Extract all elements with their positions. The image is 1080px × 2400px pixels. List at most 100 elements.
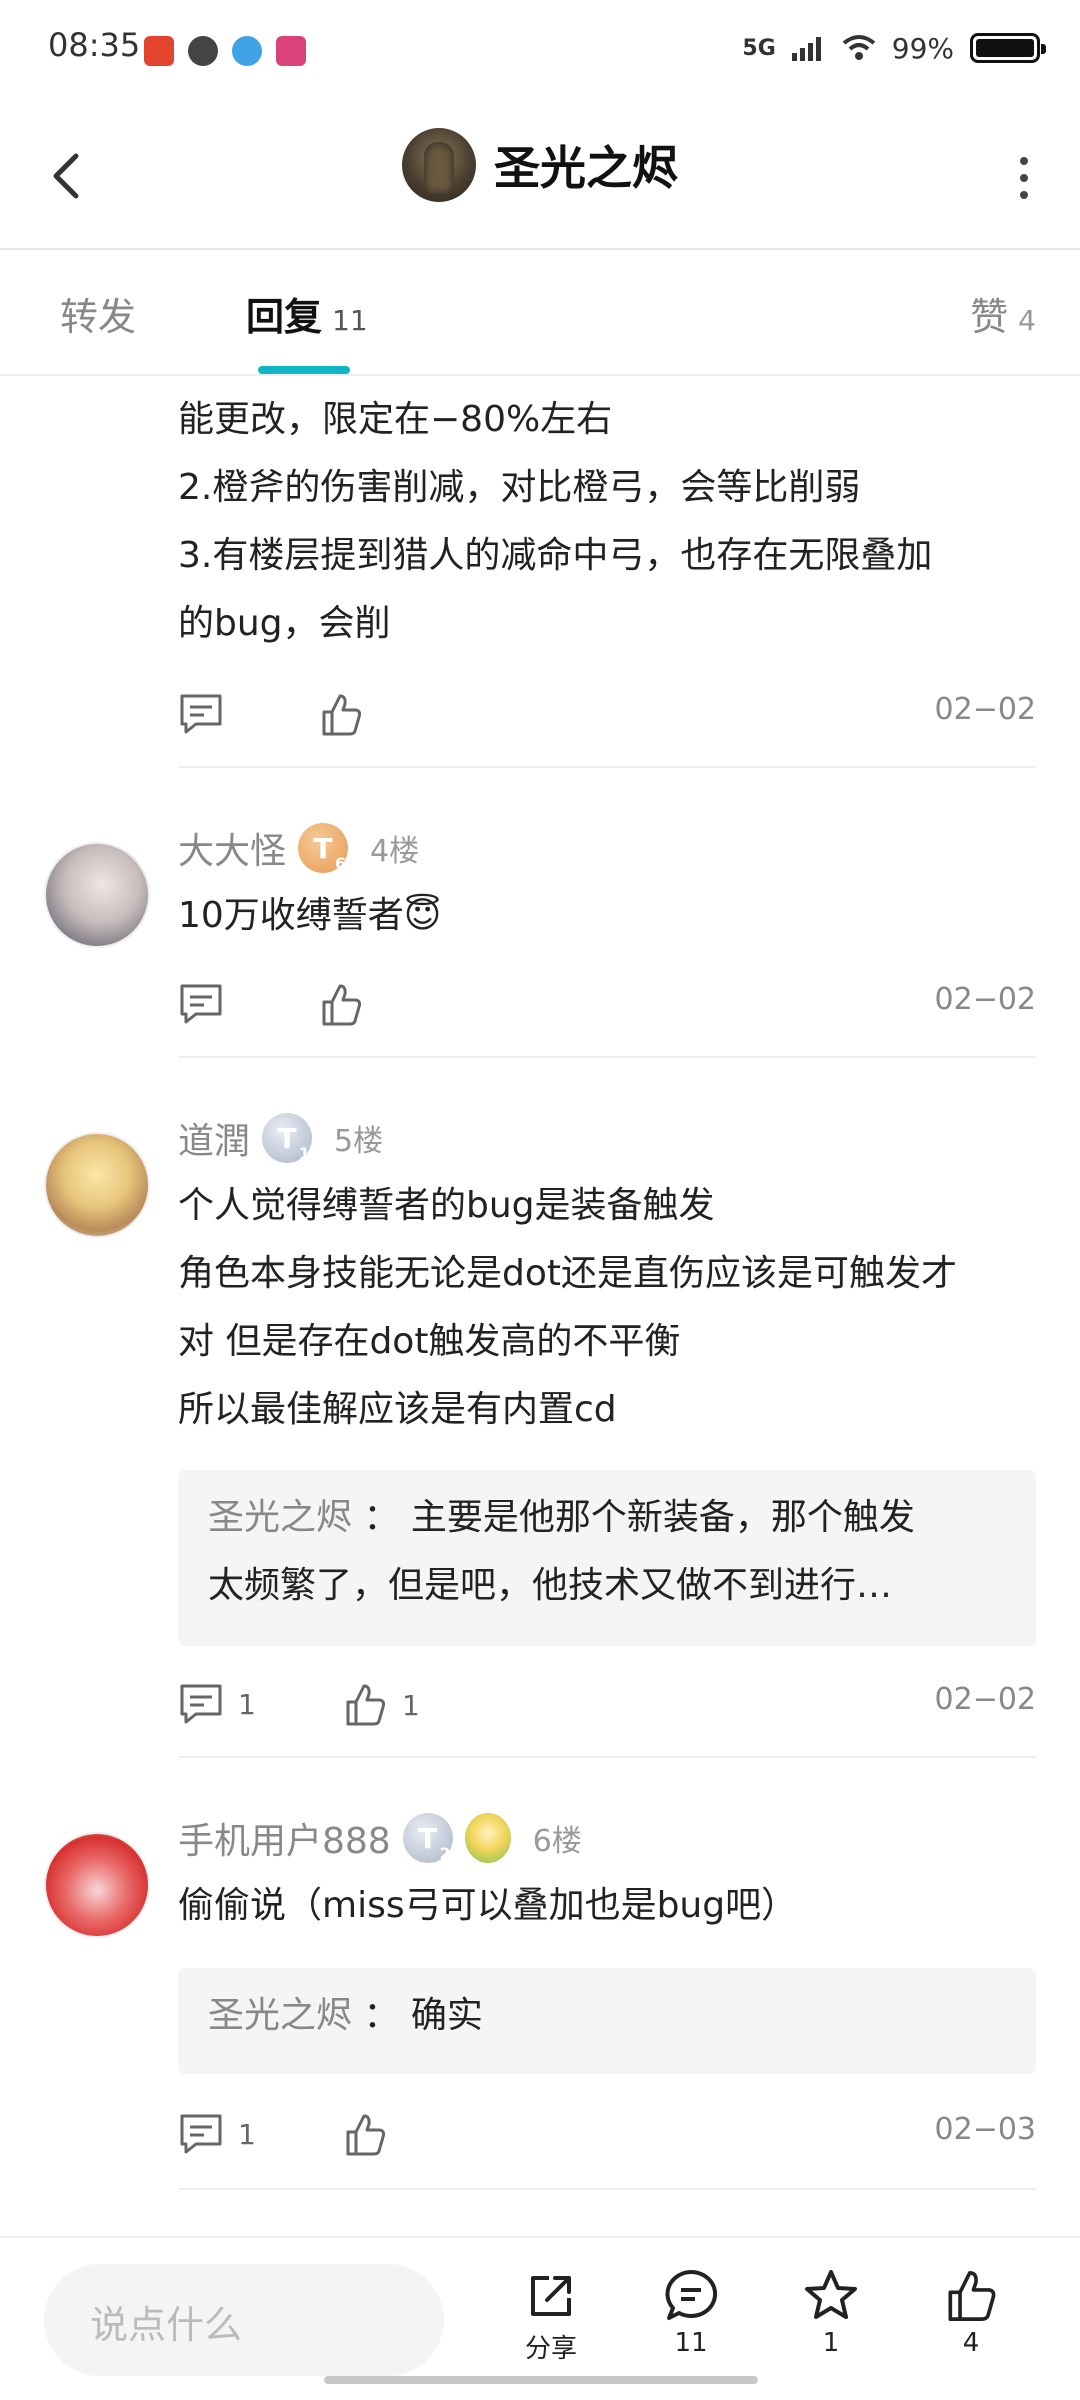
text-line: 2.橙斧的伤害削减，对比橙弓，会等比削弱 bbox=[178, 467, 861, 508]
notification-app-icon bbox=[144, 36, 174, 66]
reply-actions: 02−02 bbox=[178, 680, 1036, 740]
status-time: 08:35 bbox=[48, 26, 141, 64]
comment-input[interactable]: 说点什么 bbox=[44, 2264, 444, 2376]
share-icon bbox=[531, 2276, 571, 2316]
cloud-app-icon bbox=[232, 36, 262, 66]
top-bar: 圣光之烬 bbox=[0, 96, 1080, 250]
comment-icon bbox=[180, 2114, 222, 2154]
thumbs-up-icon bbox=[948, 2271, 996, 2321]
title-avatar[interactable] bbox=[402, 128, 476, 202]
star-icon bbox=[805, 2270, 857, 2319]
comment-icon bbox=[180, 1684, 222, 1724]
floor-number: 6楼 bbox=[532, 1824, 582, 1859]
quote-line: 太频繁了，但是吧，他技术又做不到进行… bbox=[208, 1565, 893, 1606]
reply-date: 02−03 bbox=[934, 2112, 1036, 2147]
wifi-icon bbox=[842, 35, 876, 60]
title-area[interactable]: 圣光之烬 bbox=[0, 128, 1080, 202]
divider bbox=[178, 1056, 1036, 1058]
text-line: 能更改，限定在−80%左右 bbox=[178, 399, 613, 440]
favorite-button[interactable]: 1 bbox=[776, 2268, 886, 2358]
reply-date: 02−02 bbox=[934, 1682, 1036, 1717]
text-line: 所以最佳解应该是有内置cd bbox=[178, 1389, 617, 1430]
media-app-icon bbox=[276, 36, 306, 66]
share-button[interactable]: 分享 bbox=[496, 2268, 606, 2365]
floor-number: 4楼 bbox=[370, 834, 420, 869]
user-name[interactable]: 手机用户888 bbox=[178, 1812, 391, 1864]
thumbs-up-icon bbox=[346, 2114, 386, 2156]
status-bar: 08:35 5G 99% bbox=[0, 0, 1080, 96]
quote-author[interactable]: 圣光之烬 bbox=[208, 1497, 352, 1538]
speed-app-icon bbox=[188, 36, 218, 66]
sub-reply-quote[interactable]: 圣光之烬 ： 主要是他那个新装备，那个触发 太频繁了，但是吧，他技术又做不到进行… bbox=[178, 1470, 1036, 1646]
like-post-button[interactable]: 4 bbox=[916, 2268, 1026, 2358]
reply-text: 偷偷说（miss弓可以叠加也是bug吧） bbox=[178, 1872, 1036, 1940]
comment-count: 1 bbox=[238, 1687, 256, 1721]
active-tab-indicator bbox=[258, 366, 350, 374]
reply-text: 个人觉得缚誓者的bug是装备触发 角色本身技能无论是dot还是直伤应该是可触发才… bbox=[178, 1172, 1036, 1444]
text-line: 10万收缚誓者😇 bbox=[178, 895, 442, 936]
comment-button[interactable]: 1 bbox=[178, 1682, 256, 1726]
quote-author[interactable]: 圣光之烬 bbox=[208, 1995, 352, 2036]
battery-icon bbox=[970, 33, 1046, 63]
level-badge-icon: T6 bbox=[298, 823, 349, 873]
comments-button[interactable]: 11 bbox=[636, 2268, 746, 2358]
tab-replies[interactable]: 回复 11 bbox=[246, 286, 368, 341]
quote-separator: ： bbox=[352, 1995, 411, 2036]
sub-reply-quote[interactable]: 圣光之烬 ： 确实 bbox=[178, 1968, 1036, 2074]
like-count: 4 bbox=[962, 2328, 980, 2358]
user-avatar[interactable] bbox=[44, 1132, 150, 1238]
comment-button[interactable]: 1 bbox=[178, 2112, 256, 2156]
thumbs-up-icon bbox=[322, 984, 362, 1026]
quote-separator: ： bbox=[352, 1497, 411, 1538]
more-dot-icon bbox=[1020, 157, 1028, 165]
battery-percent: 99% bbox=[891, 31, 954, 65]
comment-icon bbox=[180, 984, 222, 1024]
like-button[interactable] bbox=[318, 692, 364, 738]
favorite-count: 1 bbox=[822, 2328, 840, 2358]
comment-button[interactable] bbox=[178, 982, 224, 1026]
thumbs-up-icon bbox=[346, 1684, 386, 1726]
reply-header: 手机用户888 T2 6楼 bbox=[178, 1812, 582, 1864]
thumbs-up-icon bbox=[322, 694, 362, 736]
reply-header: 道潤 T1 5楼 bbox=[178, 1112, 383, 1164]
divider bbox=[178, 766, 1036, 768]
comment-count: 1 bbox=[238, 2117, 256, 2151]
tab-label: 赞 bbox=[970, 295, 1009, 339]
reply-actions: 1 1 02−02 bbox=[178, 1670, 1036, 1730]
home-indicator[interactable] bbox=[324, 2376, 758, 2384]
user-name[interactable]: 道潤 bbox=[178, 1112, 250, 1164]
text-line: 个人觉得缚誓者的bug是装备触发 bbox=[178, 1185, 715, 1226]
tab-count: 4 bbox=[1018, 304, 1036, 337]
more-menu-button[interactable] bbox=[1004, 148, 1044, 208]
tab-label: 转发 bbox=[60, 295, 137, 339]
network-type: 5G bbox=[742, 35, 776, 61]
comment-button[interactable] bbox=[178, 692, 224, 736]
like-button[interactable] bbox=[318, 982, 364, 1028]
status-right: 5G 99% bbox=[742, 28, 1046, 68]
like-count: 1 bbox=[402, 1688, 420, 1722]
comments-count: 11 bbox=[674, 2328, 708, 2358]
pet-badge-icon bbox=[464, 1813, 511, 1863]
comment-bubble-icon bbox=[665, 2269, 718, 2320]
tab-forward[interactable]: 转发 bbox=[60, 286, 136, 341]
user-name[interactable]: 大大怪 bbox=[178, 822, 286, 874]
text-line: 3.有楼层提到猎人的减命中弓，也存在无限叠加 bbox=[178, 535, 933, 576]
tab-label: 回复 bbox=[246, 295, 323, 339]
like-button[interactable]: 1 bbox=[342, 1682, 420, 1728]
share-label: 分享 bbox=[524, 2334, 577, 2364]
reply-date: 02−02 bbox=[934, 692, 1036, 727]
like-button[interactable] bbox=[342, 2112, 388, 2158]
user-avatar[interactable] bbox=[44, 1832, 150, 1938]
tab-count: 11 bbox=[332, 304, 368, 337]
page-title: 圣光之烬 bbox=[494, 141, 678, 195]
divider bbox=[178, 1756, 1036, 1758]
text-line: 偷偷说（miss弓可以叠加也是bug吧） bbox=[178, 1885, 798, 1926]
user-avatar[interactable] bbox=[44, 842, 150, 948]
quote-line: 圣光之烬 ： 主要是他那个新装备，那个触发 bbox=[208, 1484, 1006, 1552]
reply-header: 大大怪 T6 4楼 bbox=[178, 822, 419, 874]
tab-likes[interactable]: 赞4 bbox=[970, 286, 1036, 341]
comment-icon bbox=[180, 694, 222, 734]
reply-text: 能更改，限定在−80%左右 2.橙斧的伤害削减，对比橙弓，会等比削弱 3.有楼层… bbox=[178, 386, 1036, 658]
text-line: 角色本身技能无论是dot还是直伤应该是可触发才 bbox=[178, 1253, 957, 1294]
level-badge-icon: T2 bbox=[402, 1813, 453, 1863]
